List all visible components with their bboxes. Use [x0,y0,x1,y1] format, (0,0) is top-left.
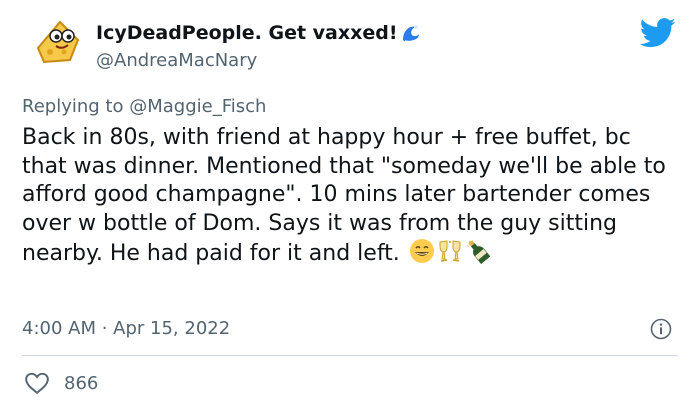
user-handle[interactable]: @AndreaMacNary [96,50,257,71]
heart-icon [25,372,49,394]
twitter-bird-icon[interactable] [639,18,676,48]
replying-prefix: Replying to [22,96,124,117]
replying-to: Replying to @Maggie_Fisch [22,96,266,117]
tweet-card: IcyDeadPeople. Get vaxxed! @AndreaMacNar… [0,0,700,410]
tweet-body: Back in 80s, with friend at happy hour +… [22,124,682,269]
display-name-text: IcyDeadPeople. Get vaxxed! [96,22,398,44]
like-button[interactable]: 866 [24,370,98,396]
tweet-body-text: Back in 80s, with friend at happy hour +… [22,125,666,266]
display-name[interactable]: IcyDeadPeople. Get vaxxed! [96,22,422,44]
grinning-face-icon [409,238,435,264]
like-count: 866 [64,372,99,394]
clinking-glasses-icon [437,238,463,264]
info-icon[interactable] [650,318,672,340]
cheese-avatar-icon [31,15,85,69]
water-wave-icon [400,22,422,44]
replying-mention-link[interactable]: @Maggie_Fisch [129,96,266,117]
avatar[interactable] [30,14,86,70]
champagne-bottle-icon [465,238,491,264]
tweet-timestamp[interactable]: 4:00 AM · Apr 15, 2022 [22,318,230,339]
divider [22,355,678,356]
